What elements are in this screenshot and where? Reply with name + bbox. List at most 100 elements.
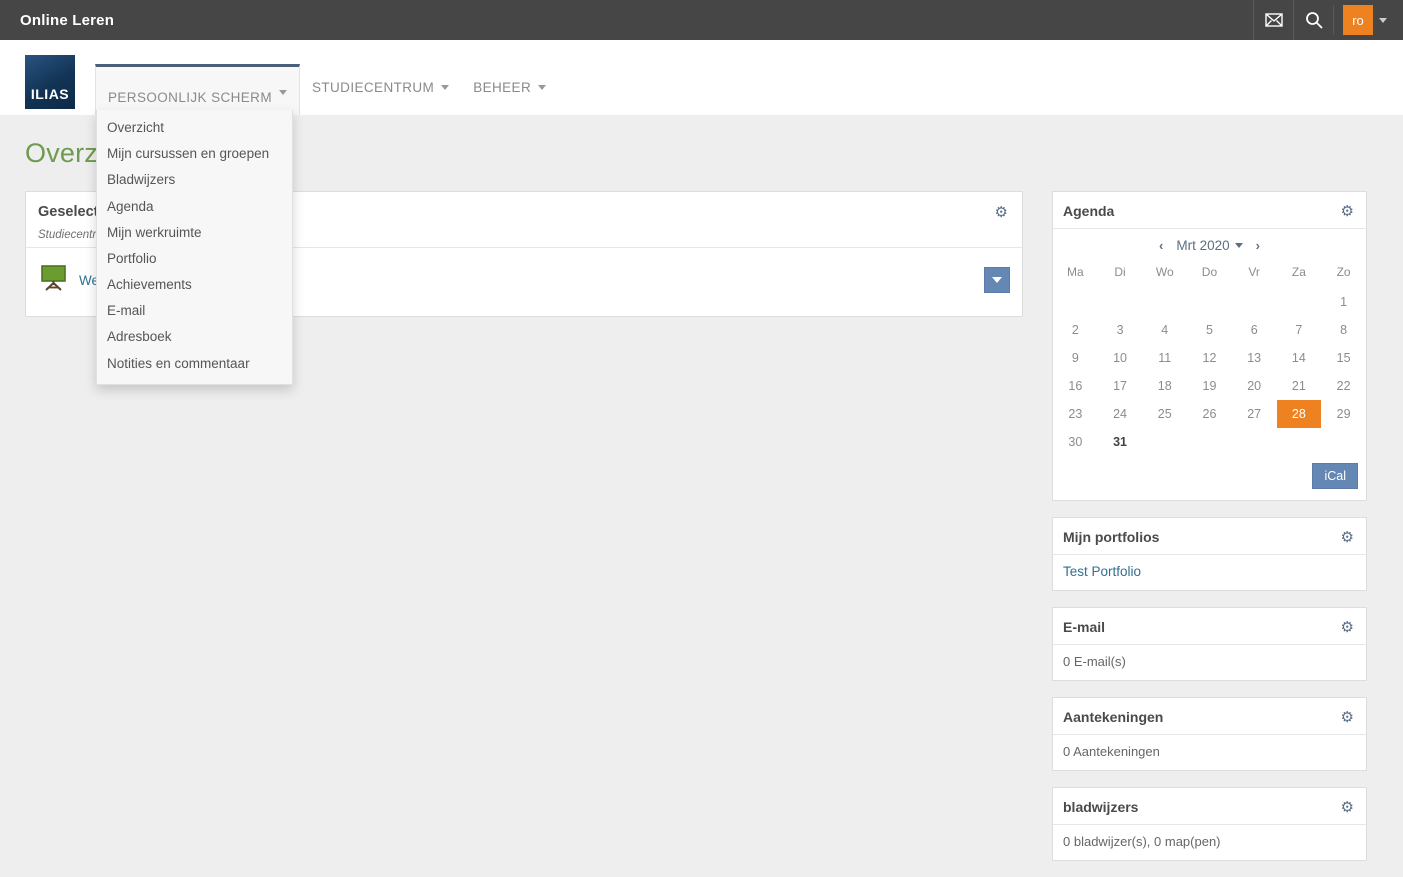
dropdown-item-overzicht[interactable]: Overzicht <box>97 115 292 141</box>
nav-item-persoonlijk-scherm[interactable]: PERSOONLIJK SCHERM <box>95 64 300 115</box>
calendar-day[interactable]: 25 <box>1142 400 1187 428</box>
calendar-weekday: Vr <box>1248 265 1260 279</box>
chevron-down-icon <box>1234 243 1243 248</box>
block-title: Aantekeningen <box>1063 709 1164 725</box>
nav-item-beheer[interactable]: BEHEER <box>461 80 558 115</box>
nav-items: PERSOONLIJK SCHERM STUDIECENTRUM BEHEER <box>95 40 558 115</box>
calendar-day[interactable]: 2 <box>1053 316 1098 344</box>
calendar-day[interactable]: 1 <box>1321 288 1366 316</box>
calendar-day-empty <box>1142 288 1187 316</box>
dropdown-item-agenda[interactable]: Agenda <box>97 194 292 220</box>
calendar-month-selector[interactable]: Mrt 2020 <box>1176 238 1243 253</box>
item-actions-dropdown-button[interactable] <box>984 267 1010 293</box>
chevron-down-icon <box>278 90 287 95</box>
dropdown-item-e-mail[interactable]: E-mail <box>97 298 292 324</box>
block-body: Test Portfolio <box>1053 555 1366 590</box>
calendar-day[interactable]: 10 <box>1098 344 1143 372</box>
gear-icon[interactable]: ⚙ <box>1341 710 1354 725</box>
nav-item-label: PERSOONLIJK SCHERM <box>108 90 272 105</box>
dropdown-item-notities-en-commentaar[interactable]: Notities en commentaar <box>97 351 292 377</box>
search-icon[interactable] <box>1293 0 1333 40</box>
calendar-day-empty <box>1277 288 1322 316</box>
ilias-logo[interactable]: ILIAS <box>25 55 75 109</box>
block-title: bladwijzers <box>1063 799 1139 815</box>
calendar-day-empty <box>1321 428 1366 456</box>
calendar-day-empty <box>1232 428 1277 456</box>
calendar-day[interactable]: 28 <box>1276 400 1322 428</box>
block-link[interactable]: Test Portfolio <box>1063 564 1141 579</box>
calendar-day[interactable]: 5 <box>1187 316 1232 344</box>
calendar-day[interactable]: 7 <box>1277 316 1322 344</box>
calendar-day[interactable]: 31 <box>1098 428 1143 456</box>
calendar-day[interactable]: 6 <box>1232 316 1277 344</box>
calendar-day[interactable]: 23 <box>1053 400 1098 428</box>
calendar-day[interactable]: 27 <box>1232 400 1277 428</box>
calendar-day[interactable]: 12 <box>1187 344 1232 372</box>
chevron-down-icon <box>1379 17 1387 23</box>
block-header: Aantekeningen ⚙ <box>1053 698 1366 735</box>
gear-icon[interactable]: ⚙ <box>1341 530 1354 545</box>
calendar-day[interactable]: 8 <box>1321 316 1366 344</box>
calendar-weekday-row: Ma Di Wo Do Vr Za Zo <box>1053 259 1366 288</box>
calendar-week-row: 23 24 25 26 27 28 29 <box>1053 400 1366 428</box>
calendar-day[interactable]: 17 <box>1098 372 1143 400</box>
dropdown-item-achievements[interactable]: Achievements <box>97 272 292 298</box>
calendar-title: Agenda <box>1063 203 1115 219</box>
topbar-actions: ro <box>1253 0 1403 40</box>
calendar-day[interactable]: 15 <box>1321 344 1366 372</box>
calendar-day[interactable]: 29 <box>1321 400 1366 428</box>
calendar-day[interactable]: 4 <box>1142 316 1187 344</box>
calendar-weekday: Do <box>1201 265 1218 279</box>
calendar-day[interactable]: 11 <box>1142 344 1187 372</box>
calendar-day[interactable]: 18 <box>1142 372 1187 400</box>
envelope-icon[interactable] <box>1253 0 1293 40</box>
calendar-day[interactable]: 26 <box>1187 400 1232 428</box>
dropdown-item-mijn-werkruimte[interactable]: Mijn werkruimte <box>97 220 292 246</box>
gear-icon[interactable]: ⚙ <box>995 205 1008 220</box>
gear-icon[interactable]: ⚙ <box>1341 204 1354 219</box>
calendar-weekday: Wo <box>1155 265 1174 279</box>
calendar-day[interactable]: 24 <box>1098 400 1143 428</box>
calendar-next-button[interactable]: › <box>1256 238 1260 253</box>
calendar-day[interactable]: 3 <box>1098 316 1143 344</box>
calendar-day-empty <box>1098 288 1143 316</box>
calendar-day[interactable]: 14 <box>1277 344 1322 372</box>
block-body: 0 bladwijzer(s), 0 map(pen) <box>1053 825 1366 860</box>
calendar-week-row: 1 <box>1053 288 1366 316</box>
calendar-day[interactable]: 30 <box>1053 428 1098 456</box>
calendar-day[interactable]: 16 <box>1053 372 1098 400</box>
calendar-weekday: Zo <box>1336 265 1351 279</box>
calendar-prev-button[interactable]: ‹ <box>1159 238 1163 253</box>
avatar: ro <box>1343 5 1373 35</box>
app-title: Online Leren <box>20 11 115 29</box>
logo-text: ILIAS <box>30 86 70 102</box>
dropdown-item-bladwijzers[interactable]: Bladwijzers <box>97 167 292 193</box>
dropdown-item-mijn-cursussen-en-groepen[interactable]: Mijn cursussen en groepen <box>97 141 292 167</box>
user-menu[interactable]: ro <box>1333 5 1403 35</box>
calendar-day[interactable]: 21 <box>1277 372 1322 400</box>
calendar-day-empty <box>1142 428 1187 456</box>
calendar-day[interactable]: 22 <box>1321 372 1366 400</box>
nav-item-studiecentrum[interactable]: STUDIECENTRUM <box>300 80 461 115</box>
chevron-down-icon <box>538 85 547 90</box>
calendar-weekday: Za <box>1291 265 1306 279</box>
calendar-weekday: Di <box>1114 265 1126 279</box>
calendar-day[interactable]: 13 <box>1232 344 1277 372</box>
block-title: Mijn portfolios <box>1063 529 1160 545</box>
calendar-day-empty <box>1053 288 1098 316</box>
calendar-day[interactable]: 20 <box>1232 372 1277 400</box>
calendar-week-row: 30 31 <box>1053 428 1366 456</box>
gear-icon[interactable]: ⚙ <box>1341 800 1354 815</box>
chevron-down-icon <box>441 85 450 90</box>
calendar-day[interactable]: 19 <box>1187 372 1232 400</box>
gear-icon[interactable]: ⚙ <box>1341 620 1354 635</box>
dropdown-item-portfolio[interactable]: Portfolio <box>97 246 292 272</box>
calendar-grid: Ma Di Wo Do Vr Za Zo 1 2 3 4 5 6 7 8 9 10 11 12 13 14 15 16 17… <box>1053 259 1366 456</box>
dropdown-item-adresboek[interactable]: Adresboek <box>97 324 292 350</box>
ical-button[interactable]: iCal <box>1312 463 1358 489</box>
side-blocks: Mijn portfolios ⚙ Test Portfolio E-mail ⚙ 0 E… <box>1052 517 1367 861</box>
calendar-day-empty <box>1232 288 1277 316</box>
top-bar: Online Leren ro <box>0 0 1403 40</box>
calendar-day[interactable]: 9 <box>1053 344 1098 372</box>
calendar-week-row: 2345678 <box>1053 316 1366 344</box>
